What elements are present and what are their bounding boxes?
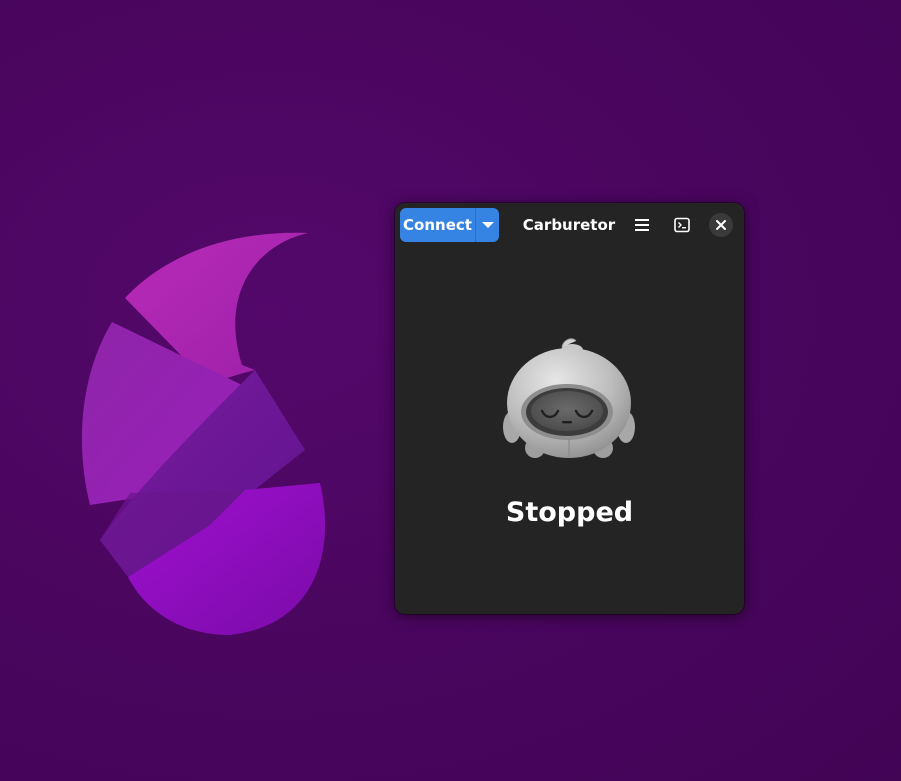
connect-options-button[interactable] — [475, 208, 499, 242]
hamburger-menu-icon — [635, 219, 649, 231]
close-icon — [716, 220, 726, 230]
status-page: Stopped — [395, 247, 744, 614]
close-button[interactable] — [709, 213, 733, 237]
terminal-icon — [674, 217, 690, 233]
desktop-logo — [81, 232, 326, 635]
sleeping-robot-mascot-icon — [503, 338, 635, 458]
carburetor-window: Connect Carburetor Stopped — [395, 203, 744, 614]
headerbar: Connect Carburetor — [395, 203, 744, 247]
window-title: Carburetor — [522, 216, 616, 234]
connect-button[interactable]: Connect — [400, 208, 475, 242]
main-menu-button[interactable] — [628, 211, 656, 239]
connect-split-button: Connect — [400, 208, 499, 242]
status-label: Stopped — [505, 497, 634, 528]
pan-down-icon — [481, 222, 494, 228]
terminal-button[interactable] — [668, 211, 696, 239]
